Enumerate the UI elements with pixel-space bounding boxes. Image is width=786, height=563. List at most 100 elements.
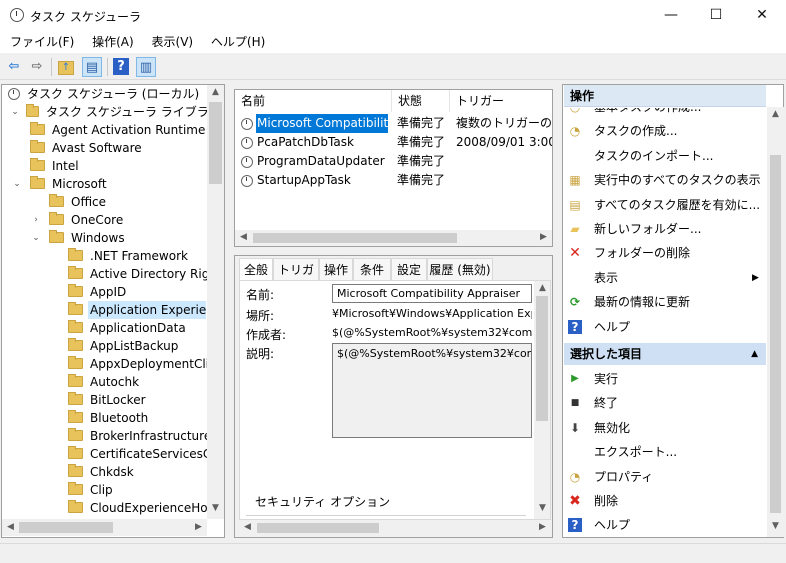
menu-file[interactable]: ファイル(F): [3, 31, 81, 53]
name-field[interactable]: Microsoft Compatibility Appraiser: [332, 284, 532, 303]
up-folder-icon[interactable]: ↑: [58, 61, 74, 75]
console-tree-toggle-icon[interactable]: ▤: [82, 57, 102, 77]
tree-item[interactable]: ⌄ Microsoft: [6, 175, 206, 193]
menu-action[interactable]: 操作(A): [85, 31, 141, 53]
tree-item[interactable]: AppListBackup: [6, 337, 206, 355]
tree-item[interactable]: Application Experience: [6, 301, 224, 319]
column-header-status[interactable]: 状態: [392, 90, 450, 112]
tree-item[interactable]: Avast Software: [6, 139, 206, 157]
submenu-arrow-icon: ▶: [752, 272, 759, 283]
minimize-button[interactable]: —: [648, 0, 694, 31]
menu-view[interactable]: 表示(V): [145, 31, 201, 53]
tree-item[interactable]: Active Directory Rights Management Servi…: [6, 265, 224, 283]
task-scheduler-clock-icon: [10, 8, 24, 22]
selected-item-header[interactable]: 選択した項目 ▲: [564, 343, 766, 365]
tree-item[interactable]: BrokerInfrastructure: [6, 427, 211, 445]
action-item[interactable]: ⟳ 最新の情報に更新: [564, 290, 764, 314]
action-item[interactable]: ? ヘルプ: [564, 315, 764, 339]
tree-item[interactable]: Bluetooth: [6, 409, 206, 427]
tree-item[interactable]: Intel: [6, 157, 206, 175]
tree-item[interactable]: Chkdsk: [6, 463, 206, 481]
tree-horizontal-scrollbar[interactable]: ◀ ▶: [2, 519, 207, 536]
action-item[interactable]: ▰ 新しいフォルダー...: [564, 217, 764, 241]
tree-item[interactable]: Autochk: [6, 373, 206, 391]
action-label: 実行: [594, 372, 619, 386]
action-label: 無効化: [594, 420, 631, 435]
folder-icon: [49, 230, 64, 243]
action-item[interactable]: ▦ 実行中のすべてのタスクの表示: [564, 168, 764, 192]
tree-item-label: AppListBackup: [90, 339, 179, 353]
description-box[interactable]: $(@%SystemRoot%¥system32¥compattelrunner…: [332, 343, 532, 438]
tab-1[interactable]: トリガー: [273, 258, 319, 299]
action-item[interactable]: ■ 終了: [564, 391, 764, 415]
maximize-button[interactable]: ☐: [693, 0, 739, 31]
tab-2[interactable]: 操作: [319, 258, 353, 280]
tree-item[interactable]: Office: [6, 193, 206, 211]
action-item[interactable]: ▶ 実行: [564, 367, 764, 391]
tab-3[interactable]: 条件: [353, 258, 391, 280]
tree-item[interactable]: ⌄ Windows: [6, 229, 206, 247]
action-item[interactable]: ▤ すべてのタスク履歴を有効に...: [564, 193, 764, 217]
tree-item[interactable]: BitLocker: [6, 391, 206, 409]
action-pane-scrollbar[interactable]: ▲ ▼: [767, 107, 784, 537]
tree-item[interactable]: CertificateServicesClient: [6, 445, 224, 463]
task-clock-icon: [241, 156, 253, 168]
close-button[interactable]: ✕: [739, 0, 785, 31]
action-item[interactable]: ✖ 削除: [564, 489, 764, 513]
tree-item[interactable]: Clip: [6, 481, 206, 499]
action-label: すべてのタスク履歴を有効に...: [594, 197, 761, 212]
action-pane-toggle-icon[interactable]: ▥: [136, 57, 156, 77]
action-item[interactable]: ◔ プロパティ: [564, 465, 764, 489]
action-label: ヘルプ: [594, 518, 631, 533]
task-row[interactable]: StartupAppTask 準備完了: [235, 171, 552, 190]
tab-5[interactable]: 履歴 (無効): [427, 258, 493, 280]
refresh-icon: ⟳: [569, 295, 581, 310]
task-clock-icon: [241, 175, 253, 187]
tree-item-label: Office: [71, 195, 107, 209]
tree-item[interactable]: › OneCore: [6, 211, 206, 229]
folder-icon: [68, 356, 83, 369]
menu-help[interactable]: ヘルプ(H): [204, 31, 272, 53]
action-item[interactable]: ⬇ 無効化: [564, 416, 764, 440]
folder-icon: [68, 410, 83, 423]
tree-item[interactable]: CloudExperienceHost: [6, 499, 219, 517]
task-row[interactable]: ProgramDataUpdater 準備完了: [235, 152, 552, 171]
actions-header[interactable]: 操作: [564, 85, 766, 107]
back-arrow-icon[interactable]: ⇦: [4, 57, 24, 77]
tree-expander-icon[interactable]: ⌄: [12, 175, 22, 193]
action-item[interactable]: ◔ タスクの作成...: [564, 119, 764, 143]
tree-item[interactable]: Agent Activation Runtime: [6, 121, 206, 139]
tree-item-label: Bluetooth: [90, 411, 149, 425]
task-status: 準備完了: [397, 116, 446, 130]
action-item[interactable]: 表示 ▶: [564, 266, 764, 290]
tree-item[interactable]: .NET Framework: [6, 247, 206, 265]
general-tab-content: 名前: Microsoft Compatibility Appraiser 場所…: [239, 280, 551, 520]
collapse-icon[interactable]: ▲: [751, 343, 758, 365]
tree-item[interactable]: ApplicationData: [6, 319, 206, 337]
help-icon[interactable]: ?: [113, 58, 129, 75]
action-item[interactable]: ✕ フォルダーの削除: [564, 241, 764, 265]
details-horizontal-scrollbar[interactable]: ◀ ▶: [239, 520, 551, 536]
tree-vertical-scrollbar[interactable]: ▲ ▼: [207, 85, 224, 519]
tree-item[interactable]: AppID: [6, 283, 206, 301]
help-icon: ?: [568, 319, 582, 334]
tree-item-label: Active Directory Rights Management Servi…: [90, 267, 224, 281]
folder-icon: [68, 374, 83, 387]
action-item[interactable]: ? ヘルプ: [564, 513, 764, 537]
column-header-trigger[interactable]: トリガー: [450, 90, 552, 112]
tab-4[interactable]: 設定: [391, 258, 427, 280]
column-header-name[interactable]: 名前: [235, 90, 392, 112]
tasklist-horizontal-scrollbar[interactable]: ◀ ▶: [235, 230, 552, 246]
tab-0[interactable]: 全般: [239, 258, 273, 281]
action-item[interactable]: タスクのインポート...: [564, 144, 764, 168]
task-row[interactable]: Microsoft Compatibilit... 準備完了複数のトリガーの定義: [235, 113, 552, 134]
tree-expander-icon[interactable]: ›: [31, 211, 41, 229]
security-options-group: セキュリティ オプション: [252, 493, 394, 510]
folder-icon: [68, 500, 83, 513]
forward-arrow-icon[interactable]: ⇨: [27, 57, 47, 77]
tree-item[interactable]: AppxDeploymentClient: [6, 355, 224, 373]
task-row[interactable]: PcaPatchDbTask 準備完了 2008/09/01 3:00 に起動: [235, 133, 552, 152]
details-vertical-scrollbar[interactable]: ▲ ▼: [534, 281, 550, 519]
action-item[interactable]: エクスポート...: [564, 440, 764, 464]
tree-expander-icon[interactable]: ⌄: [31, 229, 41, 247]
